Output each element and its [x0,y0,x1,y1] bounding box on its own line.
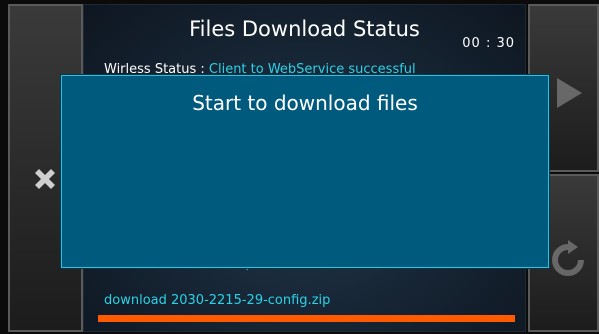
close-icon [35,169,55,189]
download-dialog: Start to download files [61,75,549,268]
countdown-timer: 00 : 30 [462,36,515,51]
dialog-title: Start to download files [192,91,418,115]
page-title: Files Download Status [189,17,420,41]
progress-bar [98,315,515,322]
current-file: download 2030-2215-29-config.zip [104,293,331,308]
play-icon [557,78,582,108]
refresh-icon [552,240,584,276]
progress-fill [98,315,515,322]
